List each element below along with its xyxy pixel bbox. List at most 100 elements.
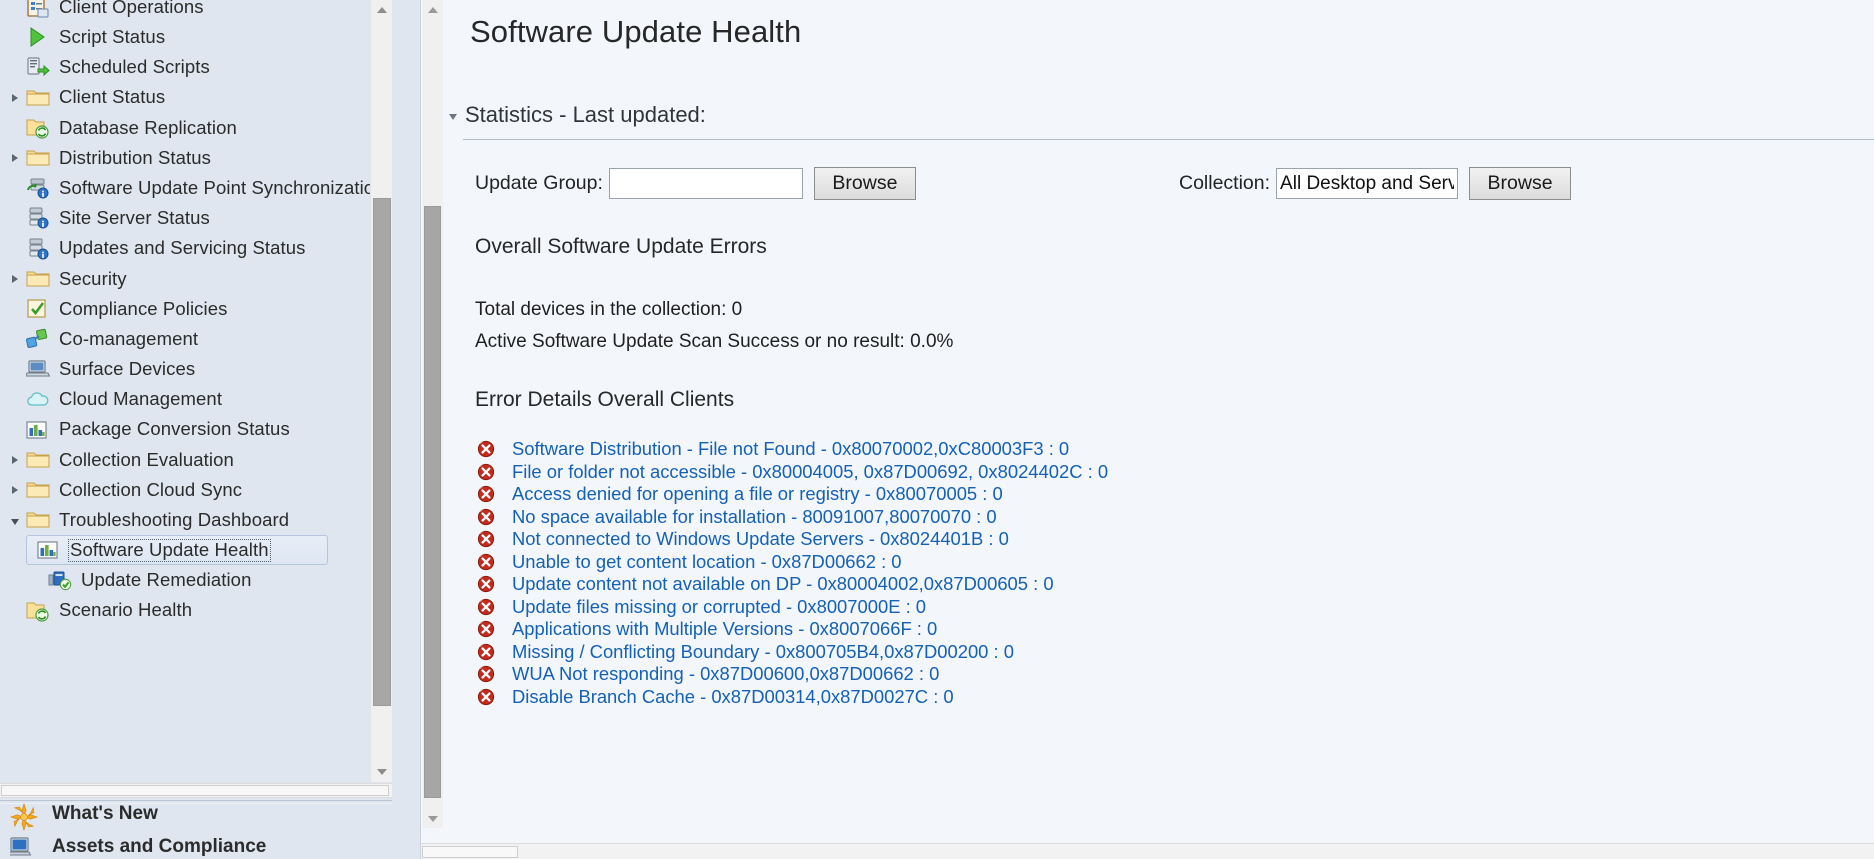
workspace-switcher[interactable]: What's New Assets and Compliance: [0, 787, 392, 859]
bar-chart-icon: [26, 419, 52, 441]
sidebar-item-compliance-policies[interactable]: Compliance Policies: [0, 294, 392, 324]
sidebar-item-cloud-management[interactable]: Cloud Management: [0, 384, 392, 414]
error-list-item: Access denied for opening a file or regi…: [477, 483, 1874, 506]
sidebar-item-label: Software Update Health: [68, 539, 271, 562]
scroll-down-icon[interactable]: [371, 762, 393, 782]
collection-field-group: Collection: Browse: [1179, 167, 1572, 200]
sidebar-item-software-update-point-synchronization-sta[interactable]: Software Update Point Synchronization St…: [0, 173, 392, 203]
collection-label: Collection:: [1179, 172, 1271, 194]
collection-browse-button[interactable]: Browse: [1469, 167, 1572, 200]
sidebar-item-distribution-status[interactable]: Distribution Status: [0, 143, 392, 173]
collection-input[interactable]: [1276, 168, 1459, 199]
folder-icon: [26, 147, 52, 169]
sidebar-item-troubleshooting-dashboard[interactable]: Troubleshooting Dashboard: [0, 505, 392, 535]
sidebar-item-co-management[interactable]: Co-management: [0, 324, 392, 354]
sidebar-item-label: Collection Evaluation: [59, 448, 234, 470]
section-rule: [463, 139, 1874, 140]
sidebar-item-software-update-health[interactable]: Software Update Health: [26, 535, 328, 566]
bar-chart-icon: [37, 539, 63, 561]
workspace-item-assets-and-compliance[interactable]: Assets and Compliance: [0, 835, 392, 859]
main-scroll-down-icon[interactable]: [422, 809, 443, 828]
error-icon: [477, 575, 495, 593]
error-link[interactable]: Disable Branch Cache - 0x87D00314,0x87D0…: [512, 686, 954, 708]
sidebar-item-security[interactable]: Security: [0, 264, 392, 294]
scan-success-stat: Active Software Update Scan Success or n…: [475, 331, 954, 352]
sidebar-item-scheduled-scripts[interactable]: Scheduled Scripts: [0, 52, 392, 82]
workspace-item-label: Assets and Compliance: [52, 836, 267, 857]
sidebar-item-updates-and-servicing-status[interactable]: Updates and Servicing Status: [0, 234, 392, 264]
sidebar-item-client-status[interactable]: Client Status: [0, 83, 392, 113]
site-server-icon: [26, 207, 52, 229]
sidebar-scrollbar-thumb[interactable]: [373, 198, 391, 706]
error-link[interactable]: Missing / Conflicting Boundary - 0x80070…: [512, 641, 1014, 663]
sidebar-item-label: Update Remediation: [81, 569, 252, 591]
statistics-section-header[interactable]: Statistics - Last updated:: [449, 102, 1874, 128]
error-icon: [477, 553, 495, 571]
sidebar-item-package-conversion-status[interactable]: Package Conversion Status: [0, 415, 392, 445]
chevron-right-icon[interactable]: [4, 486, 26, 494]
navigation-tree[interactable]: Client Operations Script Status Schedule…: [0, 0, 392, 782]
sidebar-item-scenario-health[interactable]: Scenario Health: [0, 596, 392, 626]
assets-and-compliance-icon: [10, 836, 40, 858]
main-scroll-up-icon[interactable]: [422, 0, 443, 19]
chevron-right-icon[interactable]: [4, 275, 26, 283]
update-group-browse-button[interactable]: Browse: [813, 167, 916, 200]
error-icon: [477, 485, 495, 503]
error-list-item: Applications with Multiple Versions - 0x…: [477, 618, 1874, 641]
filter-row: Update Group: Browse Collection: Browse: [443, 167, 1874, 211]
chevron-right-icon[interactable]: [4, 94, 26, 102]
statistics-section-title: Statistics - Last updated:: [465, 102, 706, 127]
sidebar-item-update-remediation[interactable]: Update Remediation: [0, 565, 392, 595]
error-link[interactable]: Update content not available on DP - 0x8…: [512, 573, 1054, 595]
error-link[interactable]: Not connected to Windows Update Servers …: [512, 528, 1009, 550]
sidebar-item-client-operations[interactable]: Client Operations: [0, 0, 392, 22]
workspace-item-label: What's New: [52, 803, 158, 824]
navigation-sidebar: Client Operations Script Status Schedule…: [0, 0, 420, 859]
chevron-right-icon[interactable]: [4, 456, 26, 464]
co-management-icon: [26, 328, 52, 350]
folder-icon: [26, 479, 52, 501]
error-list-item: Missing / Conflicting Boundary - 0x80070…: [477, 641, 1874, 664]
sidebar-item-collection-evaluation[interactable]: Collection Evaluation: [0, 445, 392, 475]
sidebar-item-label: Distribution Status: [59, 146, 212, 168]
error-list-item: Disable Branch Cache - 0x87D00314,0x87D0…: [477, 686, 1874, 709]
sidebar-item-script-status[interactable]: Script Status: [0, 22, 392, 52]
scheduled-scripts-icon: [26, 56, 52, 78]
workspace-item-what-s-new[interactable]: What's New: [0, 793, 392, 835]
sidebar-item-label: Package Conversion Status: [59, 418, 290, 440]
main-scrollbar-thumb[interactable]: [424, 206, 441, 798]
sidebar-item-label: Security: [59, 267, 127, 289]
site-server-icon: [26, 238, 52, 260]
error-link[interactable]: Update files missing or corrupted - 0x80…: [512, 596, 926, 618]
scroll-up-icon[interactable]: [371, 0, 393, 20]
cloud-icon: [26, 389, 52, 411]
page-title: Software Update Health: [470, 14, 802, 49]
error-link[interactable]: Unable to get content location - 0x87D00…: [512, 551, 902, 573]
sidebar-item-site-server-status[interactable]: Site Server Status: [0, 203, 392, 233]
sidebar-item-database-replication[interactable]: Database Replication: [0, 113, 392, 143]
error-link[interactable]: WUA Not responding - 0x87D00600,0x87D006…: [512, 663, 939, 685]
main-content-panel: Software Update Health Statistics - Last…: [420, 0, 1874, 859]
chevron-down-icon[interactable]: [449, 114, 457, 120]
main-hscrollbar-thumb[interactable]: [422, 846, 518, 858]
error-link[interactable]: Software Distribution - File not Found -…: [512, 438, 1069, 460]
main-vertical-scrollbar[interactable]: [422, 0, 443, 828]
sidebar-item-label: Software Update Point Synchronization St…: [59, 176, 392, 198]
error-icon: [477, 598, 495, 616]
error-link[interactable]: No space available for installation - 80…: [512, 506, 997, 528]
error-icon: [477, 643, 495, 661]
sidebar-item-surface-devices[interactable]: Surface Devices: [0, 354, 392, 384]
sidebar-item-label: Scheduled Scripts: [59, 56, 210, 78]
sidebar-item-label: Cloud Management: [59, 388, 223, 410]
chevron-down-icon[interactable]: [4, 516, 26, 525]
sidebar-item-collection-cloud-sync[interactable]: Collection Cloud Sync: [0, 475, 392, 505]
script-status-icon: [26, 26, 52, 48]
error-link[interactable]: File or folder not accessible - 0x800040…: [512, 461, 1108, 483]
error-link[interactable]: Applications with Multiple Versions - 0x…: [512, 618, 937, 640]
chevron-right-icon[interactable]: [4, 154, 26, 162]
sidebar-vertical-scrollbar[interactable]: [370, 0, 392, 782]
main-horizontal-scrollbar[interactable]: [421, 843, 1874, 859]
update-group-field-group: Update Group: Browse: [475, 167, 916, 200]
update-group-input[interactable]: [608, 168, 803, 199]
error-link[interactable]: Access denied for opening a file or regi…: [512, 483, 1003, 505]
